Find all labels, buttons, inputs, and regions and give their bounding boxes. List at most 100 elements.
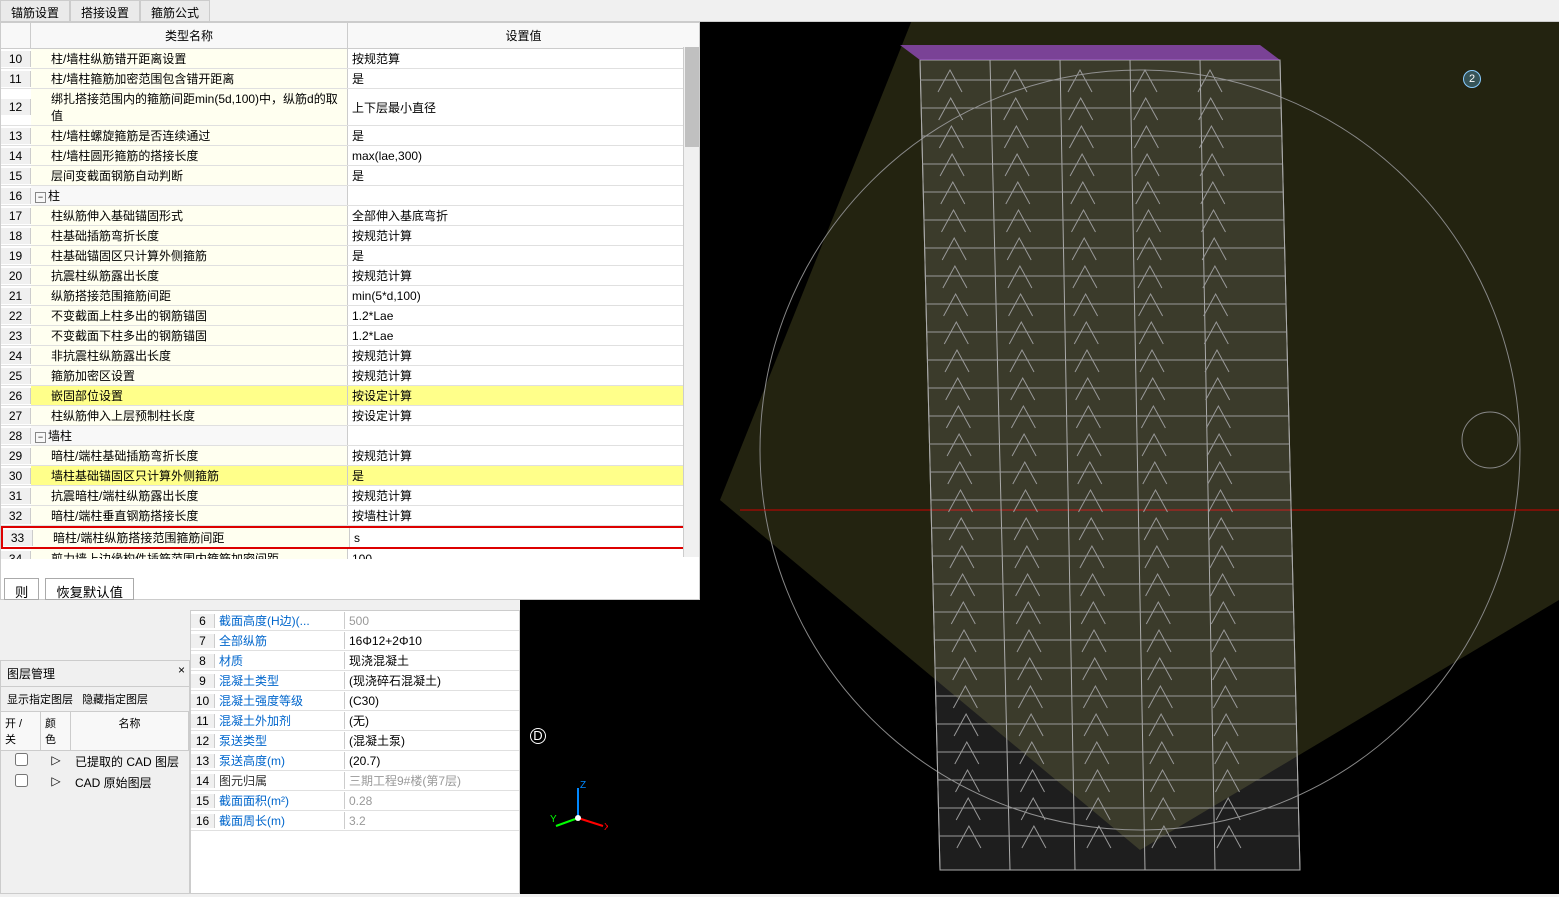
rule-button[interactable]: 则 [4, 578, 39, 600]
row-value[interactable] [348, 435, 699, 437]
table-row[interactable]: 14柱/墙柱圆形箍筋的搭接长度max(lae,300) [1, 146, 699, 166]
table-row[interactable]: 19柱基础锚固区只计算外侧箍筋是 [1, 246, 699, 266]
table-body[interactable]: 10柱/墙柱纵筋错开距离设置按规范算11柱/墙柱箍筋加密范围包含错开距离是12绑… [1, 49, 699, 559]
property-row[interactable]: 8材质现浇混凝土 [191, 651, 519, 671]
table-row[interactable]: 25箍筋加密区设置按规范计算 [1, 366, 699, 386]
row-value[interactable]: 按墙柱计算 [348, 506, 699, 525]
row-name: 纵筋搭接范围箍筋间距 [31, 286, 348, 305]
row-value[interactable]: 1.2*Lae [348, 328, 699, 344]
property-row[interactable]: 16截面周长(m)3.2 [191, 811, 519, 831]
row-value[interactable]: 按规范算 [348, 49, 699, 68]
close-icon[interactable]: × [178, 663, 185, 677]
property-row[interactable]: 6截面高度(H边)(...500 [191, 611, 519, 631]
row-value[interactable]: 是 [348, 166, 699, 185]
table-row[interactable]: 33暗柱/端柱纵筋搭接范围箍筋间距s [1, 526, 699, 549]
row-value[interactable]: 100 [348, 551, 699, 560]
table-row[interactable]: 10柱/墙柱纵筋错开距离设置按规范算 [1, 49, 699, 69]
prop-value[interactable]: (混凝土泵) [345, 732, 519, 749]
expand-icon[interactable]: ▷ [41, 774, 71, 791]
table-row[interactable]: 34剪力墙上边缘构件插筋范围内箍筋加密间距100 [1, 549, 699, 559]
table-row[interactable]: 22不变截面上柱多出的钢筋锚固1.2*Lae [1, 306, 699, 326]
prop-value[interactable]: (20.7) [345, 754, 519, 768]
property-row[interactable]: 14图元归属三期工程9#楼(第7层) [191, 771, 519, 791]
prop-value[interactable]: (现浇碎石混凝土) [345, 672, 519, 689]
property-row[interactable]: 7全部纵筋16Φ12+2Φ10 [191, 631, 519, 651]
property-row[interactable]: 9混凝土类型(现浇碎石混凝土) [191, 671, 519, 691]
row-value[interactable]: min(5*d,100) [348, 288, 699, 304]
tab-stirrup[interactable]: 箍筋公式 [140, 0, 210, 21]
table-row[interactable]: 30墙柱基础锚固区只计算外侧箍筋是 [1, 466, 699, 486]
expand-icon[interactable]: − [35, 192, 46, 203]
row-value[interactable]: 是 [348, 246, 699, 265]
row-value[interactable]: 全部伸入基底弯折 [348, 206, 699, 225]
table-row[interactable]: 17柱纵筋伸入基础锚固形式全部伸入基底弯折 [1, 206, 699, 226]
layer-management-panel: 图层管理 × 显示指定图层 隐藏指定图层 开 / 关 颜色 名称 ▷已提取的 C… [0, 660, 190, 894]
layer-checkbox[interactable] [1, 753, 41, 770]
row-value[interactable]: 1.2*Lae [348, 308, 699, 324]
tab-anchor[interactable]: 锚筋设置 [0, 0, 70, 21]
hide-layer-action[interactable]: 隐藏指定图层 [82, 694, 148, 706]
table-row[interactable]: 18柱基础插筋弯折长度按规范计算 [1, 226, 699, 246]
table-row[interactable]: 23不变截面下柱多出的钢筋锚固1.2*Lae [1, 326, 699, 346]
row-value[interactable]: 是 [348, 126, 699, 145]
layer-row[interactable]: ▷CAD 原始图层 [1, 772, 189, 793]
prop-value[interactable]: 三期工程9#楼(第7层) [345, 772, 519, 789]
table-row[interactable]: 13柱/墙柱螺旋箍筋是否连续通过是 [1, 126, 699, 146]
prop-value[interactable]: 16Φ12+2Φ10 [345, 634, 519, 648]
table-row[interactable]: 11柱/墙柱箍筋加密范围包含错开距离是 [1, 69, 699, 89]
property-row[interactable]: 13泵送高度(m)(20.7) [191, 751, 519, 771]
row-number: 16 [1, 188, 31, 204]
prop-value[interactable]: (无) [345, 712, 519, 729]
table-row[interactable]: 27柱纵筋伸入上层预制柱长度按设定计算 [1, 406, 699, 426]
row-value[interactable]: 按规范计算 [348, 446, 699, 465]
row-value[interactable]: 按规范计算 [348, 226, 699, 245]
row-value[interactable]: 是 [348, 466, 699, 485]
table-row[interactable]: 28−墙柱 [1, 426, 699, 446]
row-value[interactable]: 按设定计算 [348, 386, 699, 405]
expand-icon[interactable]: − [35, 432, 46, 443]
prop-value[interactable]: 0.28 [345, 794, 519, 808]
property-row[interactable]: 11混凝土外加剂(无) [191, 711, 519, 731]
prop-value[interactable]: 500 [345, 614, 519, 628]
row-value[interactable] [348, 195, 699, 197]
restore-defaults-button[interactable]: 恢复默认值 [45, 578, 134, 600]
prop-value[interactable]: 现浇混凝土 [345, 652, 519, 669]
row-value[interactable]: 上下层最小直径 [348, 98, 699, 117]
table-row[interactable]: 32暗柱/端柱垂直钢筋搭接长度按墙柱计算 [1, 506, 699, 526]
prop-value[interactable]: 3.2 [345, 814, 519, 828]
row-name: 不变截面上柱多出的钢筋锚固 [31, 306, 348, 325]
prop-value[interactable]: (C30) [345, 694, 519, 708]
table-scrollbar[interactable] [683, 47, 699, 557]
row-value[interactable]: 按规范计算 [348, 266, 699, 285]
table-row[interactable]: 12绑扎搭接范围内的箍筋间距min(5d,100)中，纵筋d的取值上下层最小直径 [1, 89, 699, 126]
row-value[interactable]: 按规范计算 [348, 346, 699, 365]
row-value[interactable]: max(lae,300) [348, 148, 699, 164]
table-row[interactable]: 21纵筋搭接范围箍筋间距min(5*d,100) [1, 286, 699, 306]
table-row[interactable]: 29暗柱/端柱基础插筋弯折长度按规范计算 [1, 446, 699, 466]
prop-name: 混凝土外加剂 [215, 712, 345, 729]
scroll-thumb[interactable] [685, 47, 699, 147]
row-value[interactable]: 按规范计算 [348, 486, 699, 505]
property-row[interactable]: 15截面面积(m²)0.28 [191, 791, 519, 811]
row-number: 13 [1, 128, 31, 144]
table-row[interactable]: 24非抗震柱纵筋露出长度按规范计算 [1, 346, 699, 366]
row-value[interactable]: 按规范计算 [348, 366, 699, 385]
tab-lap[interactable]: 搭接设置 [70, 0, 140, 21]
property-row[interactable]: 10混凝土强度等级(C30) [191, 691, 519, 711]
row-value[interactable]: 是 [348, 69, 699, 88]
axis-gizmo[interactable]: X Y Z [548, 778, 608, 838]
table-row[interactable]: 26嵌固部位设置按设定计算 [1, 386, 699, 406]
table-row[interactable]: 31抗震暗柱/端柱纵筋露出长度按规范计算 [1, 486, 699, 506]
expand-icon[interactable]: ▷ [41, 753, 71, 770]
table-row[interactable]: 20抗震柱纵筋露出长度按规范计算 [1, 266, 699, 286]
row-value[interactable]: s [350, 530, 697, 546]
show-layer-action[interactable]: 显示指定图层 [7, 694, 73, 706]
property-row[interactable]: 12泵送类型(混凝土泵) [191, 731, 519, 751]
layer-row[interactable]: ▷已提取的 CAD 图层 [1, 751, 189, 772]
row-value[interactable]: 按设定计算 [348, 406, 699, 425]
properties-panel: 6截面高度(H边)(...5007全部纵筋16Φ12+2Φ108材质现浇混凝土9… [190, 610, 520, 894]
prop-number: 9 [191, 674, 215, 688]
table-row[interactable]: 16−柱 [1, 186, 699, 206]
layer-checkbox[interactable] [1, 774, 41, 791]
table-row[interactable]: 15层间变截面钢筋自动判断是 [1, 166, 699, 186]
